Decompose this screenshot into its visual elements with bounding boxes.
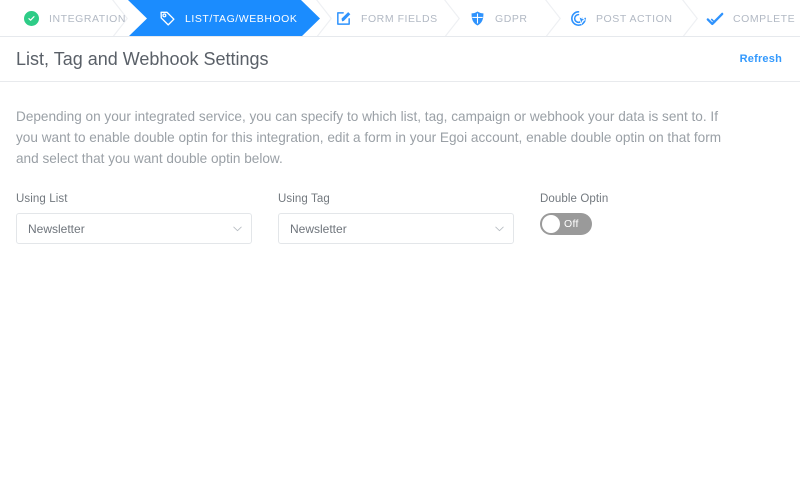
field-double-optin: Double Optin Off bbox=[540, 193, 700, 235]
chevron-down-icon bbox=[495, 226, 504, 231]
using-list-label: Using List bbox=[16, 193, 68, 205]
using-tag-select[interactable]: Newsletter bbox=[278, 213, 514, 244]
step-label: GDPR bbox=[495, 12, 528, 25]
chevron-down-icon bbox=[233, 226, 242, 231]
step-post-action[interactable]: POST ACTION bbox=[547, 0, 682, 36]
edit-pencil-square-icon bbox=[334, 10, 352, 28]
tag-icon bbox=[158, 10, 176, 28]
settings-form: Using List Newsletter Using Tag Newslett… bbox=[0, 193, 800, 253]
step-label: INTEGRATION bbox=[49, 12, 127, 25]
step-label: FORM FIELDS bbox=[361, 12, 438, 25]
refresh-link[interactable]: Refresh bbox=[740, 53, 782, 65]
field-using-list: Using List Newsletter bbox=[16, 193, 252, 244]
toggle-knob bbox=[542, 215, 560, 233]
using-tag-label: Using Tag bbox=[278, 193, 330, 205]
check-mark-icon bbox=[706, 10, 724, 28]
cursor-click-icon bbox=[569, 10, 587, 28]
using-list-select[interactable]: Newsletter bbox=[16, 213, 252, 244]
field-using-tag: Using Tag Newsletter bbox=[278, 193, 514, 244]
green-check-circle-icon bbox=[22, 10, 40, 28]
step-gdpr[interactable]: GDPR bbox=[446, 0, 545, 36]
wizard-stepper: INTEGRATION LIST/TAG/WEBHOOK FORM FIELDS bbox=[0, 0, 800, 37]
double-optin-label: Double Optin bbox=[540, 193, 609, 205]
page-header: List, Tag and Webhook Settings Refresh bbox=[0, 37, 800, 82]
using-list-value: Newsletter bbox=[28, 221, 85, 236]
using-tag-value: Newsletter bbox=[290, 221, 347, 236]
shield-icon bbox=[468, 10, 486, 28]
step-complete[interactable]: COMPLETE bbox=[684, 0, 800, 36]
double-optin-toggle[interactable]: Off bbox=[540, 213, 592, 235]
step-label: LIST/TAG/WEBHOOK bbox=[185, 12, 298, 25]
step-form-fields[interactable]: FORM FIELDS bbox=[312, 0, 444, 36]
step-list-tag-webhook[interactable]: LIST/TAG/WEBHOOK bbox=[136, 0, 320, 36]
toggle-state-label: Off bbox=[564, 218, 579, 230]
step-label: POST ACTION bbox=[596, 12, 673, 25]
page-title: List, Tag and Webhook Settings bbox=[16, 48, 269, 69]
step-integration[interactable]: INTEGRATION bbox=[0, 0, 125, 36]
settings-description: Depending on your integrated service, yo… bbox=[16, 109, 722, 166]
step-label: COMPLETE bbox=[733, 12, 796, 25]
